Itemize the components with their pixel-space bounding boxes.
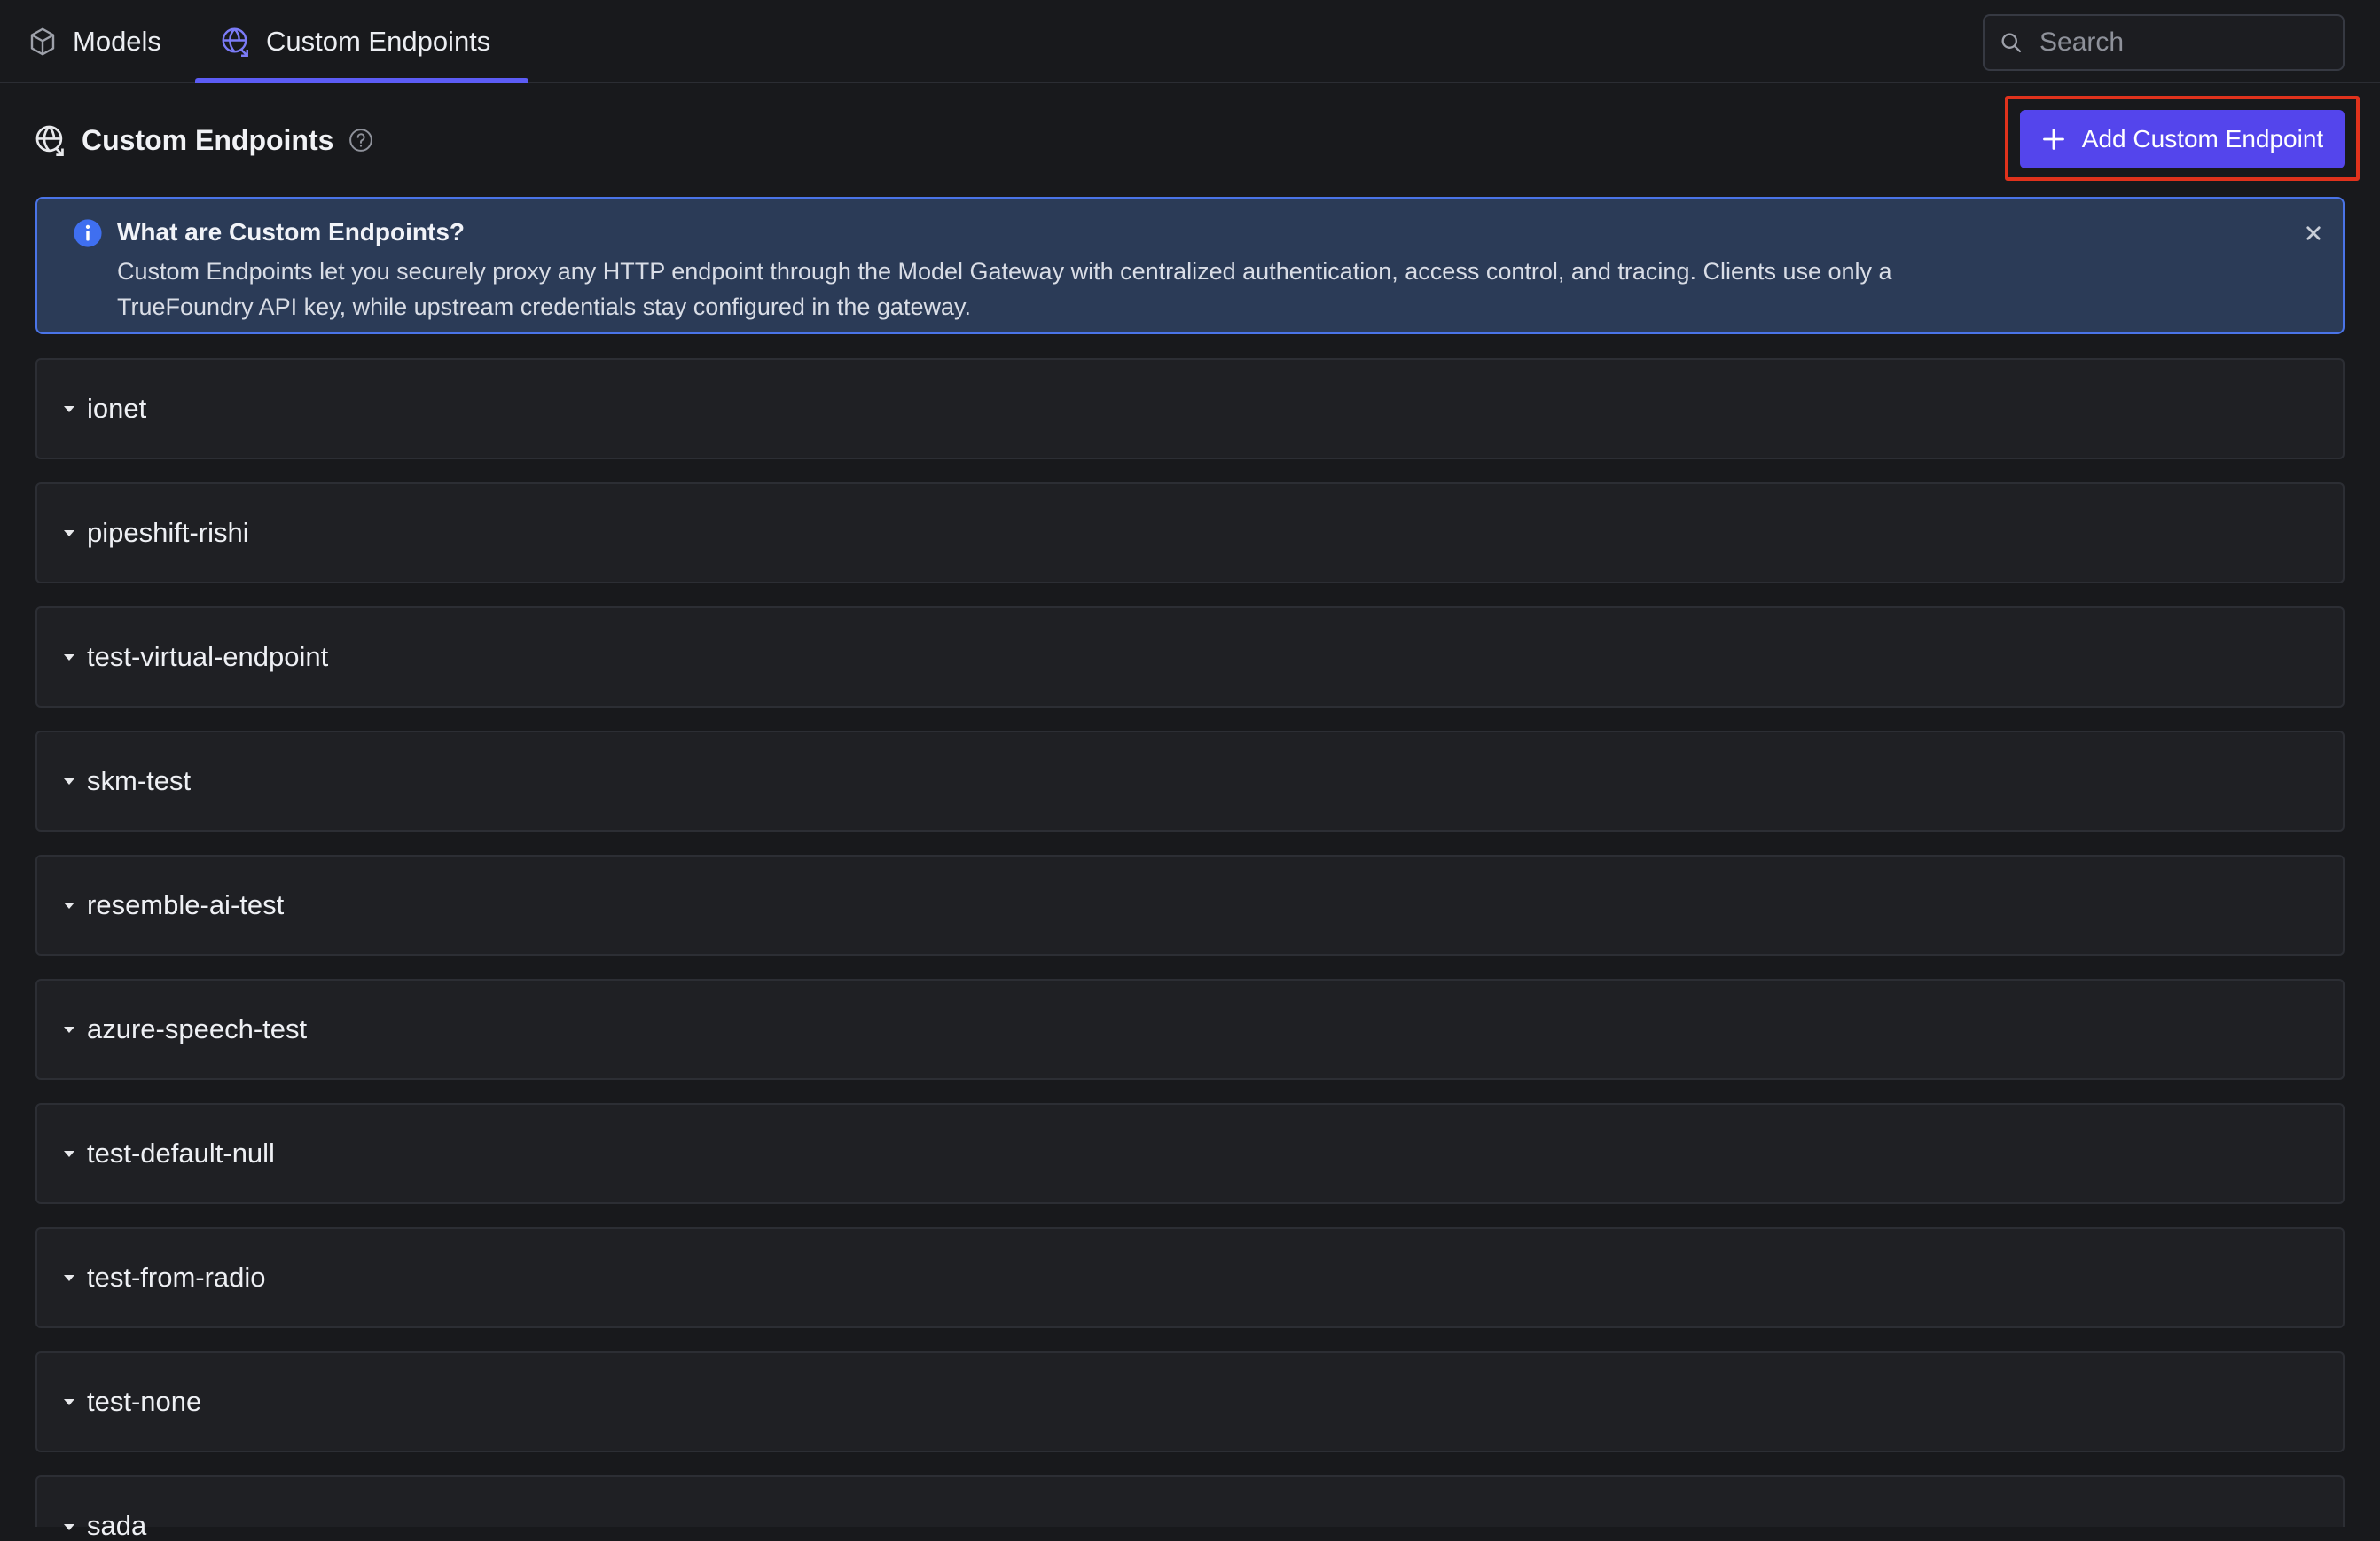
endpoint-name: ionet — [87, 393, 147, 424]
help-circle-icon[interactable] — [348, 127, 374, 153]
info-banner: What are Custom Endpoints? Custom Endpoi… — [35, 197, 2345, 334]
search-icon — [1999, 30, 2024, 55]
endpoint-name: test-default-null — [87, 1138, 275, 1169]
add-custom-endpoint-button[interactable]: Add Custom Endpoint — [2020, 110, 2345, 168]
cube-icon — [27, 26, 59, 58]
caret-down-icon — [60, 1021, 78, 1038]
endpoint-name: test-from-radio — [87, 1262, 266, 1293]
caret-down-icon — [60, 524, 78, 542]
endpoint-row[interactable]: azure-speech-test — [35, 979, 2345, 1080]
endpoint-name: azure-speech-test — [87, 1013, 308, 1044]
endpoint-row[interactable]: test-from-radio — [35, 1227, 2345, 1328]
caret-down-icon — [60, 648, 78, 666]
plus-icon — [2041, 127, 2066, 152]
endpoint-row[interactable]: test-default-null — [35, 1103, 2345, 1204]
top-tab-bar: Models Custom Endpoints — [0, 0, 2380, 83]
banner-body: Custom Endpoints let you securely proxy … — [117, 254, 2263, 325]
tab-models[interactable]: Models — [27, 0, 161, 83]
page-title: Custom Endpoints — [82, 123, 334, 156]
info-icon — [73, 218, 103, 248]
endpoint-row[interactable]: test-none — [35, 1351, 2345, 1452]
search-input[interactable] — [2039, 27, 2323, 58]
endpoint-name: test-none — [87, 1386, 202, 1417]
add-custom-endpoint-label: Add Custom Endpoint — [2081, 125, 2324, 153]
banner-body-line: TrueFoundry API key, while upstream cred… — [117, 293, 971, 320]
endpoint-name: pipeshift-rishi — [87, 517, 249, 548]
endpoint-name: sada — [87, 1510, 147, 1541]
banner-body-line: Custom Endpoints let you securely proxy … — [117, 258, 1892, 285]
endpoint-name: resemble-ai-test — [87, 889, 285, 920]
caret-down-icon — [60, 772, 78, 790]
active-tab-indicator — [195, 78, 528, 83]
close-icon[interactable] — [2300, 220, 2327, 246]
endpoint-row[interactable]: ionet — [35, 358, 2345, 459]
tab-custom-endpoints[interactable]: Custom Endpoints — [195, 0, 519, 83]
endpoint-row[interactable]: skm-test — [35, 731, 2345, 832]
search-box[interactable] — [1983, 14, 2345, 71]
tab-models-label: Models — [73, 26, 161, 57]
caret-down-icon — [60, 400, 78, 418]
caret-down-icon — [60, 1145, 78, 1162]
endpoint-row[interactable]: pipeshift-rishi — [35, 482, 2345, 583]
caret-down-icon — [60, 1269, 78, 1287]
page-header: Custom Endpoints — [34, 119, 374, 161]
endpoint-row[interactable]: test-virtual-endpoint — [35, 606, 2345, 708]
globe-icon — [220, 26, 252, 58]
endpoint-name: test-virtual-endpoint — [87, 641, 329, 672]
banner-title: What are Custom Endpoints? — [117, 218, 465, 246]
globe-icon — [34, 123, 67, 157]
caret-down-icon — [60, 896, 78, 914]
tab-custom-endpoints-label: Custom Endpoints — [266, 26, 491, 57]
endpoint-row[interactable]: resemble-ai-test — [35, 855, 2345, 956]
endpoint-row[interactable]: sada — [35, 1475, 2345, 1539]
endpoint-name: skm-test — [87, 765, 192, 796]
caret-down-icon — [60, 1393, 78, 1411]
caret-down-icon — [60, 1518, 78, 1536]
